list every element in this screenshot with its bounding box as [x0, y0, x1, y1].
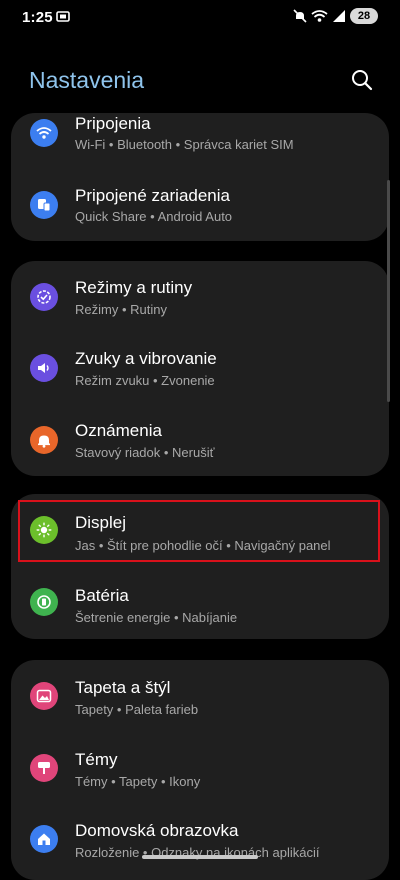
settings-item-title: Oznámenia [75, 421, 162, 440]
settings-item-title: Režimy a rutiny [75, 278, 193, 297]
bell-icon [30, 426, 58, 454]
settings-item-sounds[interactable]: Zvuky a vibrovanie Režim zvuku • Zvoneni… [11, 332, 389, 404]
settings-item-title: Domovská obrazovka [75, 821, 239, 840]
settings-item-subtitle: Wi-Fi • Bluetooth • Správca kariet SIM [75, 137, 294, 152]
settings-item-title: Zvuky a vibrovanie [75, 349, 217, 368]
scrollbar[interactable] [387, 180, 390, 402]
settings-item-subtitle: Stavový riadok • Nerušiť [75, 445, 215, 460]
devices-icon [30, 191, 58, 219]
sound-icon [30, 354, 58, 382]
settings-item-subtitle: Režim zvuku • Zvonenie [75, 373, 215, 388]
signal-icon [333, 10, 345, 22]
search-button[interactable] [348, 66, 376, 94]
settings-item-subtitle: Šetrenie energie • Nabíjanie [75, 610, 238, 625]
settings-item-battery[interactable]: Batéria Šetrenie energie • Nabíjanie [11, 566, 389, 638]
settings-item-display[interactable]: Displej Jas • Štít pre pohodlie očí • Na… [11, 494, 389, 566]
settings-item-subtitle: Témy • Tapety • Ikony [75, 774, 201, 789]
settings-item-wallpaper[interactable]: Tapeta a štýl Tapety • Paleta farieb [11, 660, 389, 732]
mute-icon [293, 9, 307, 23]
screenshot-icon [56, 11, 70, 22]
settings-item-subtitle: Quick Share • Android Auto [75, 209, 233, 224]
status-time: 1:25 [22, 9, 53, 26]
page-title: Nastavenia [29, 67, 145, 93]
settings-group-display: Displej Jas • Štít pre pohodlie očí • Na… [11, 494, 389, 639]
wifi-icon [30, 119, 58, 147]
settings-item-subtitle: Režimy • Rutiny [75, 302, 167, 317]
battery-indicator: 28 [350, 8, 378, 24]
settings-item-notifications[interactable]: Oznámenia Stavový riadok • Nerušiť [11, 404, 389, 476]
settings-item-title: Tapeta a štýl [75, 678, 171, 697]
settings-item-title: Pripojené zariadenia [75, 186, 230, 205]
battery-icon [30, 588, 58, 616]
header: Nastavenia [0, 60, 400, 100]
settings-group-modes: Režimy a rutiny Režimy • Rutiny Zvuky a … [11, 261, 389, 476]
wifi-status-icon [311, 10, 328, 22]
settings-item-home-screen[interactable]: Domovská obrazovka Rozloženie • Odznaky … [11, 803, 389, 875]
settings-item-themes[interactable]: Témy Témy • Tapety • Ikony [11, 732, 389, 804]
settings-group-connections: Pripojenia Wi-Fi • Bluetooth • Správca k… [11, 113, 389, 241]
status-bar: 1:25 28 [0, 0, 400, 36]
themes-icon [30, 754, 58, 782]
settings-item-title: Batéria [75, 586, 129, 605]
settings-group-style: Tapeta a štýl Tapety • Paleta farieb Tém… [11, 660, 389, 880]
settings-item-connections[interactable]: Pripojenia Wi-Fi • Bluetooth • Správca k… [11, 113, 389, 183]
brightness-icon [30, 516, 58, 544]
settings-item-subtitle: Jas • Štít pre pohodlie očí • Navigačný … [75, 538, 331, 553]
settings-item-title: Pripojenia [75, 114, 151, 133]
home-icon [30, 825, 58, 853]
wallpaper-icon [30, 682, 58, 710]
settings-item-connected-devices[interactable]: Pripojené zariadenia Quick Share • Andro… [11, 183, 389, 241]
settings-item-subtitle: Tapety • Paleta farieb [75, 702, 199, 717]
search-icon [352, 70, 373, 91]
settings-item-title: Displej [75, 513, 127, 532]
modes-icon [30, 283, 58, 311]
settings-item-title: Témy [75, 750, 118, 769]
home-gesture-bar[interactable] [142, 855, 258, 859]
settings-item-modes-routines[interactable]: Režimy a rutiny Režimy • Rutiny [11, 261, 389, 333]
